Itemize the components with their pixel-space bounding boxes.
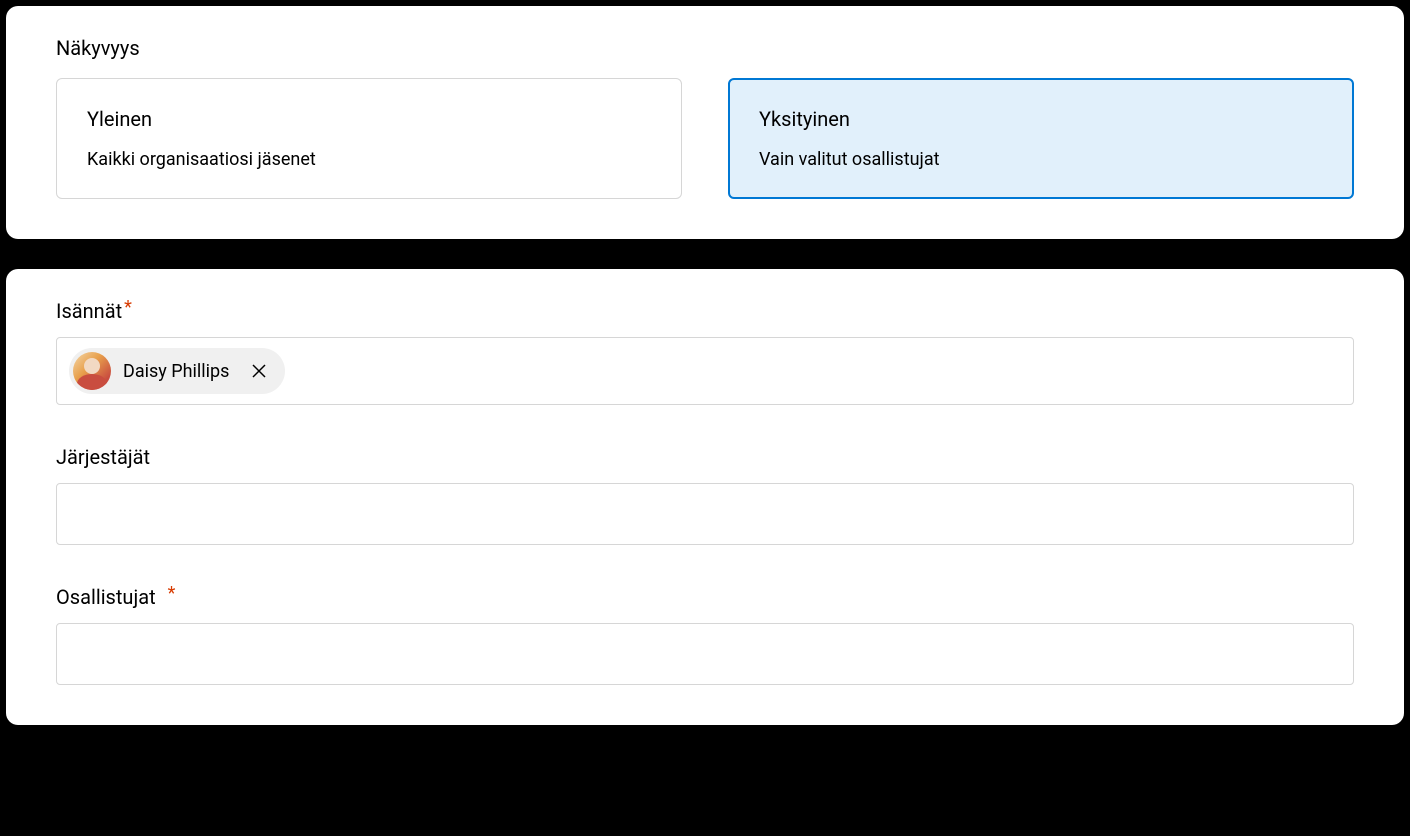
avatar	[73, 352, 111, 390]
organizers-input[interactable]	[56, 483, 1354, 545]
organizers-label-text: Järjestäjät	[56, 445, 150, 469]
hosts-input[interactable]: Daisy Phillips	[56, 337, 1354, 405]
participants-label-text: Osallistujat	[56, 585, 156, 609]
visibility-options: Yleinen Kaikki organisaatiosi jäsenet Yk…	[56, 78, 1354, 199]
required-asterisk: *	[168, 583, 176, 604]
people-panel: Isännät* Daisy Phillips Järjestäjät Osal…	[6, 269, 1404, 725]
visibility-option-public-title: Yleinen	[87, 107, 651, 131]
participants-input[interactable]	[56, 623, 1354, 685]
visibility-option-private[interactable]: Yksityinen Vain valitut osallistujat	[728, 78, 1354, 199]
hosts-label: Isännät*	[56, 299, 1354, 323]
visibility-panel: Näkyvyys Yleinen Kaikki organisaatiosi j…	[6, 6, 1404, 239]
participants-field-group: Osallistujat *	[56, 585, 1354, 685]
organizers-label: Järjestäjät	[56, 445, 1354, 469]
visibility-option-private-desc: Vain valitut osallistujat	[759, 149, 1323, 170]
visibility-option-public-desc: Kaikki organisaatiosi jäsenet	[87, 149, 651, 170]
required-asterisk: *	[124, 297, 132, 318]
chip-name: Daisy Phillips	[123, 361, 229, 382]
close-icon	[251, 363, 267, 379]
hosts-label-text: Isännät	[56, 299, 122, 323]
organizers-field-group: Järjestäjät	[56, 445, 1354, 545]
person-chip: Daisy Phillips	[69, 348, 285, 394]
participants-label: Osallistujat *	[56, 585, 1354, 609]
visibility-title: Näkyvyys	[56, 36, 1354, 60]
chip-remove-button[interactable]	[247, 359, 271, 383]
visibility-option-private-title: Yksityinen	[759, 107, 1323, 131]
visibility-option-public[interactable]: Yleinen Kaikki organisaatiosi jäsenet	[56, 78, 682, 199]
hosts-field-group: Isännät* Daisy Phillips	[56, 299, 1354, 405]
